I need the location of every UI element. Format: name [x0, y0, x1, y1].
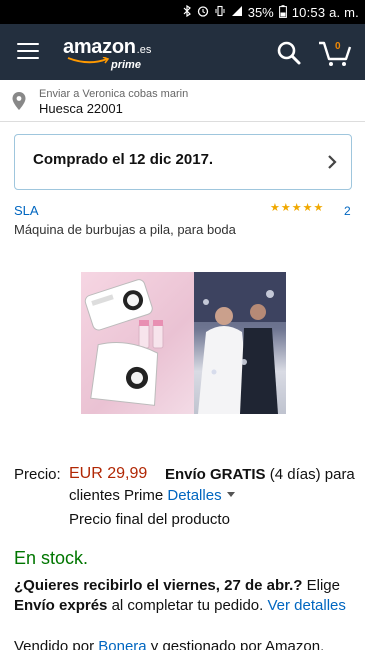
delivery-question: ¿Quieres recibirlo el viernes, 27 de abr… [14, 577, 303, 594]
star-icon: ★ [291, 202, 302, 214]
product-photo-wedding [194, 272, 286, 414]
menu-button[interactable] [17, 43, 39, 61]
caret-down-icon[interactable] [226, 492, 235, 497]
alarm-icon [197, 5, 209, 19]
prime-customers-text: clientes Prime [69, 487, 164, 504]
complete-order-text: al completar tu pedido. [111, 597, 264, 614]
hamburger-line [17, 50, 39, 52]
shipping-days: (4 días) para [269, 466, 355, 483]
star-icon: ★ [280, 202, 291, 214]
product-photo-machine [81, 272, 194, 414]
cart-button[interactable]: 0 [318, 39, 354, 69]
shipping-details-link[interactable]: Detalles [167, 487, 221, 504]
chevron-right-icon [328, 155, 337, 169]
purchased-date-text: Comprado el 12 dic 2017. [33, 151, 214, 168]
deliver-to-label: Enviar a Veronica cobas marin [39, 88, 189, 100]
bluetooth-icon [183, 4, 192, 19]
delivery-location[interactable]: Enviar a Veronica cobas marin Huesca 220… [0, 80, 365, 122]
signal-icon [231, 5, 243, 19]
amazon-logo[interactable]: amazon.es prime [63, 36, 152, 71]
sold-by-suffix: y gestionado por Amazon. [150, 638, 325, 650]
battery-percent: 35% [247, 4, 274, 20]
cart-count: 0 [335, 41, 341, 52]
location-pin-icon [12, 92, 26, 110]
final-price-note: Precio final del producto [69, 511, 230, 528]
logo-word: amazon [63, 36, 136, 58]
elige-text: Elige [306, 577, 340, 594]
star-icon: ★ [270, 202, 280, 214]
rating-count-link[interactable]: 2 [344, 204, 351, 218]
price-value: EUR 29,99 [69, 465, 148, 482]
search-button[interactable] [276, 40, 302, 66]
delivery-estimate: ¿Quieres recibirlo el viernes, 27 de abr… [14, 576, 354, 616]
price-label: Precio: [14, 466, 61, 483]
sold-by-line: Vendido por Bonera y gestionado por Amaz… [14, 638, 324, 650]
smile-icon [67, 57, 110, 64]
deliver-to-address: Huesca 22001 [39, 101, 123, 116]
app-header: amazon.es prime 0 [0, 24, 365, 80]
purchased-on-banner[interactable]: Comprado el 12 dic 2017. [14, 134, 352, 190]
shipping-line-1: Envío GRATIS (4 días) para [165, 466, 355, 483]
product-title: Máquina de burbujas a pila, para boda [14, 222, 236, 237]
star-icon: ★ [302, 202, 313, 214]
star-rating[interactable]: ★ ★ ★ ★ ★ [270, 203, 323, 214]
brand-link[interactable]: SLA [14, 203, 39, 218]
seller-link[interactable]: Bonera [98, 638, 146, 650]
status-bar: 35% 10:53 a. m. [0, 0, 365, 24]
clock: 10:53 a. m. [291, 4, 359, 20]
star-icon: ★ [313, 202, 324, 214]
sold-by-prefix: Vendido por [14, 638, 95, 650]
product-image[interactable] [81, 272, 286, 414]
search-icon [277, 41, 301, 65]
vibrate-icon [214, 5, 226, 19]
free-shipping-label: Envío GRATIS [165, 466, 266, 483]
battery-icon [278, 4, 287, 20]
logo-tld: .es [136, 44, 152, 56]
express-shipping-label: Envío exprés [14, 597, 108, 614]
stock-status: En stock. [14, 548, 89, 568]
shipping-line-2: clientes Prime Detalles [69, 487, 235, 504]
logo-prime: prime [111, 59, 141, 71]
hamburger-icon [17, 43, 39, 45]
see-details-link[interactable]: Ver detalles [268, 597, 346, 614]
hamburger-line [17, 57, 39, 59]
